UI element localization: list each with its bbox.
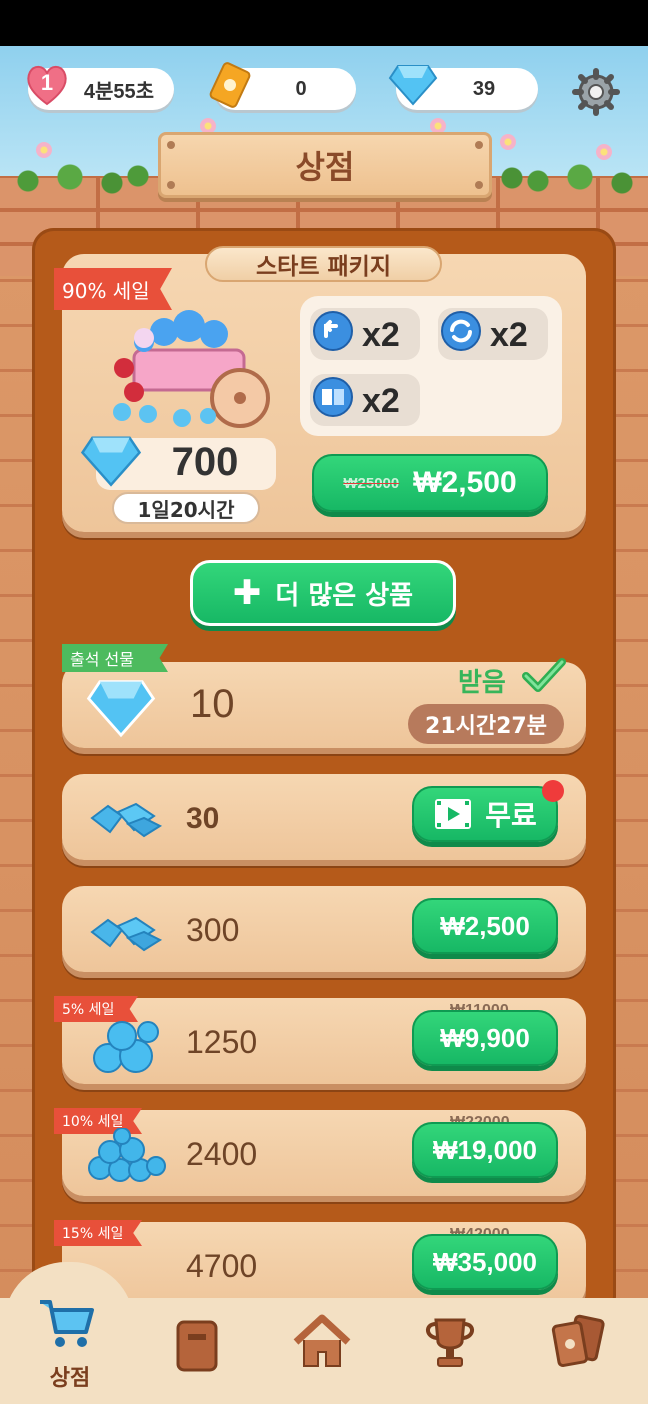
lives-count: 1: [40, 70, 54, 95]
trophy-icon[interactable]: [420, 1314, 480, 1374]
shuffle-booster-icon: [441, 311, 481, 351]
more-products-button[interactable]: ✚ 더 많은 상품: [190, 560, 456, 626]
starter-gem-amount: 700: [171, 440, 239, 484]
top-bar: 4분55초 1 0 39: [0, 46, 648, 126]
package-timer-text: 1일20시간: [137, 497, 235, 522]
price-label: ₩2,500: [440, 910, 530, 941]
check-icon: [522, 658, 566, 692]
gem-pile-small-icon: [90, 802, 163, 838]
more-products-label: 더 많은 상품: [275, 580, 414, 611]
buy-button[interactable]: ₩2,500: [412, 898, 558, 954]
video-icon: [435, 799, 472, 829]
plus-icon: ✚: [232, 573, 262, 613]
undo-booster-icon: [313, 311, 353, 351]
starter-package-buy-button[interactable]: ₩25000 ₩2,500: [312, 454, 548, 512]
price-label: ₩19,000: [432, 1134, 538, 1165]
sale-badge-text: 15% 세일: [62, 1226, 124, 1242]
vine-decoration: [510, 161, 648, 201]
daily-gift-badge: 출석 선물: [62, 644, 168, 672]
hint-booster-count: x2: [362, 382, 400, 420]
daily-gift-timer-text: 21시간27분: [425, 714, 547, 739]
gem-icon: [86, 680, 156, 738]
hint-booster-icon: [313, 377, 353, 417]
flower-cart-icon: [113, 310, 270, 428]
starter-price: ₩2,500: [413, 466, 517, 499]
settings-gear-icon[interactable]: [572, 68, 620, 116]
sale-badge: 15% 세일: [54, 1220, 142, 1246]
gem-pile-medium-icon: [93, 1021, 159, 1073]
starter-package-label: 스타트 패키지: [205, 246, 442, 282]
shuffle-booster-count: x2: [490, 316, 528, 354]
price-label: ₩35,000: [432, 1246, 538, 1277]
free-video-button[interactable]: 무료: [412, 786, 558, 842]
gem-pile-large-icon: [88, 1128, 166, 1182]
cards-icon[interactable]: [548, 1312, 608, 1372]
sale-badge-text: 90% 세일: [62, 278, 150, 303]
page-title: 상점: [295, 148, 355, 186]
home-icon[interactable]: [292, 1312, 352, 1372]
gem-icon: [388, 65, 438, 106]
product-amount: 2400: [186, 1136, 258, 1172]
product-amount: 1250: [186, 1024, 258, 1060]
buy-button[interactable]: ₩35,000: [412, 1234, 558, 1290]
flower-icon: [500, 134, 516, 150]
daily-gift-badge-text: 출석 선물: [70, 650, 134, 669]
product-amount: 300: [186, 912, 240, 948]
undo-booster-count: x2: [362, 316, 400, 354]
cards-count: 0: [295, 77, 307, 100]
flower-icon: [36, 142, 52, 158]
free-button-label: 무료: [485, 799, 537, 832]
product-amount: 4700: [186, 1248, 258, 1284]
gem-icon: [80, 436, 142, 487]
gem-pile-small-icon: [90, 916, 163, 952]
daily-gift-amount: 10: [190, 682, 235, 726]
nav-label-shop: 상점: [49, 1366, 91, 1391]
flower-icon: [596, 144, 612, 160]
lives-timer: 4분55초: [83, 80, 155, 103]
buy-button[interactable]: ₩9,900: [412, 1010, 558, 1066]
collection-book-icon[interactable]: [166, 1316, 226, 1376]
card-pack-icon: [209, 62, 251, 108]
price-label: ₩9,900: [440, 1022, 530, 1053]
daily-gift-timer: 21시간27분: [408, 704, 564, 744]
starter-old-price: ₩25000: [343, 474, 400, 492]
shop-cart-icon[interactable]: [36, 1294, 96, 1354]
starter-package-title: 스타트 패키지: [256, 254, 391, 280]
product-amount: 30: [186, 802, 220, 835]
notification-dot: [542, 780, 564, 802]
page-title-board: 상점: [158, 132, 492, 198]
daily-gift-claimed: 받음: [458, 668, 506, 698]
gems-count: 39: [472, 77, 496, 100]
package-timer: 1일20시간: [112, 492, 260, 524]
buy-button[interactable]: ₩19,000: [412, 1122, 558, 1178]
